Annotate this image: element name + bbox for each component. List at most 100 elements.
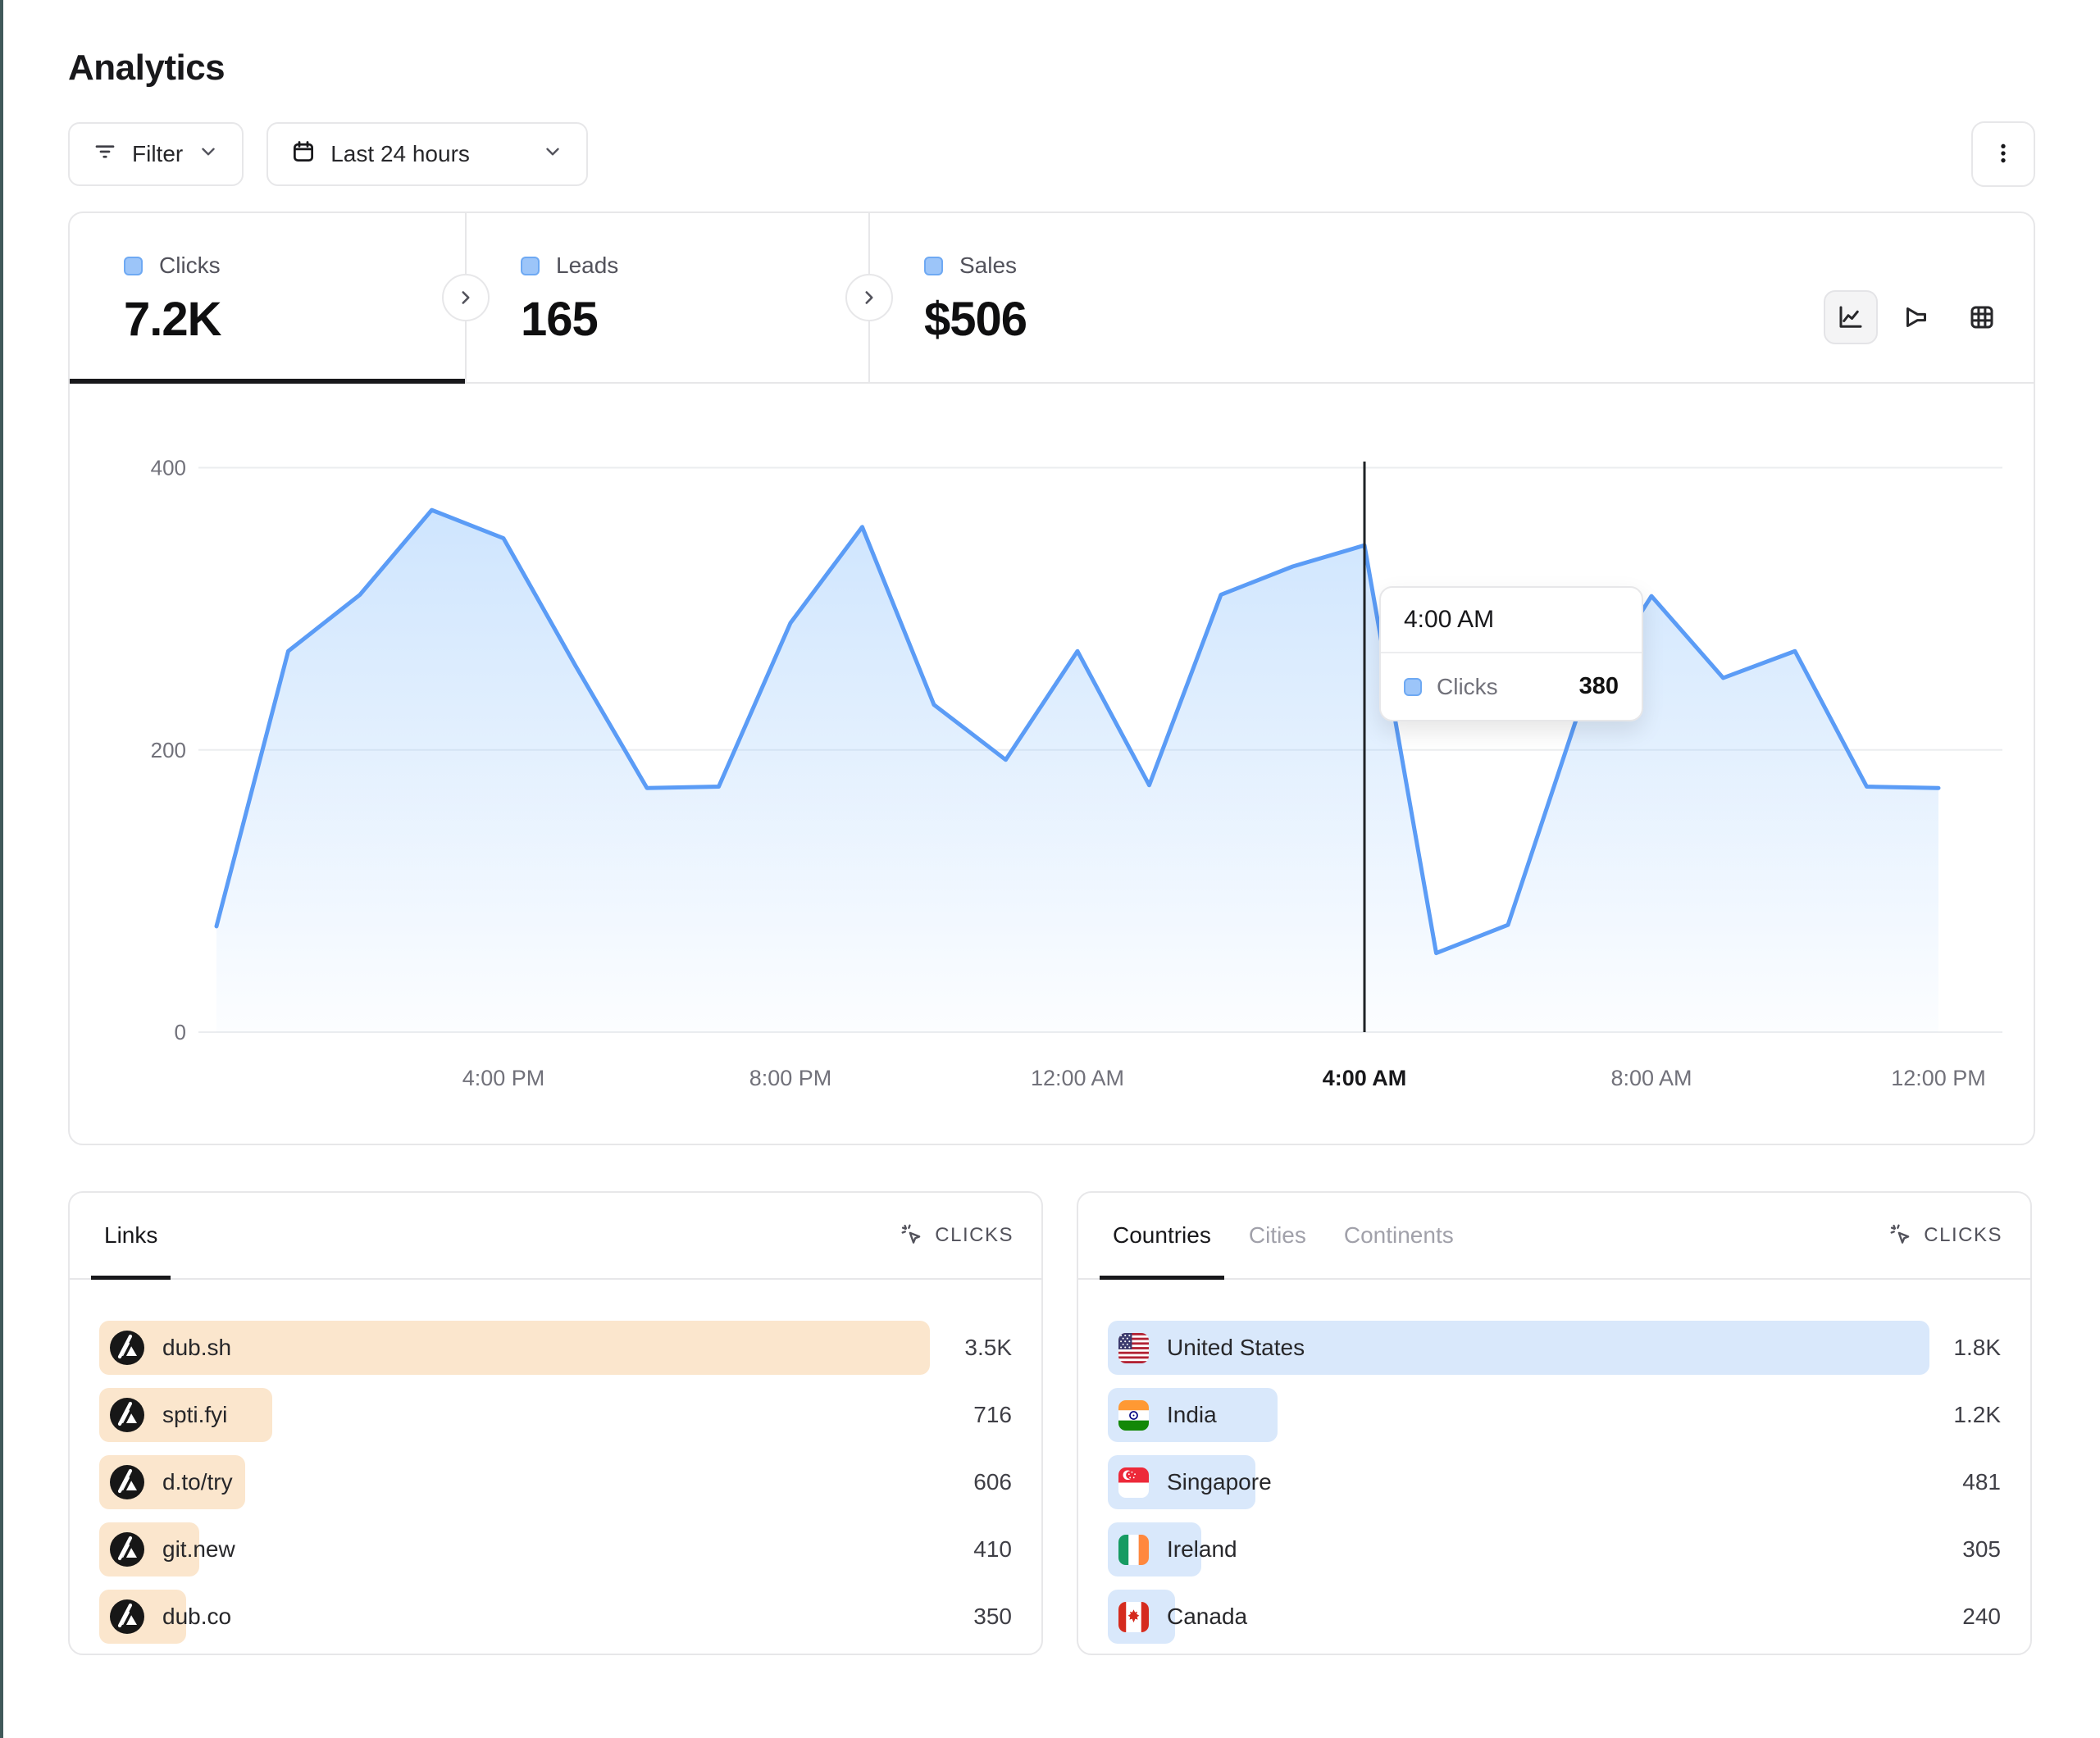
tab-leads[interactable]: Leads 165 bbox=[467, 213, 868, 382]
cursor-click-icon bbox=[900, 1223, 925, 1248]
country-row[interactable]: Ireland 305 bbox=[1108, 1522, 2001, 1576]
metric-value: 165 bbox=[521, 292, 868, 347]
country-row[interactable]: Singapore 481 bbox=[1108, 1455, 2001, 1509]
link-row[interactable]: dub.sh 3.5K bbox=[99, 1321, 1012, 1375]
links-list: dub.sh 3.5K spti.fyi 716 d.t bbox=[70, 1280, 1041, 1644]
dub-logo-icon bbox=[110, 1532, 144, 1567]
more-options-button[interactable] bbox=[1971, 121, 2035, 187]
metric-tabs: Clicks 7.2K Leads 165 bbox=[70, 213, 2034, 384]
countries-panel-header: Countries Cities Continents CLICKS bbox=[1078, 1193, 2030, 1280]
country-clicks-value: 1.2K bbox=[1953, 1402, 2001, 1428]
links-metric-selector[interactable]: CLICKS bbox=[900, 1193, 1014, 1278]
link-clicks-value: 716 bbox=[973, 1402, 1012, 1428]
filter-icon bbox=[93, 139, 117, 170]
filter-button[interactable]: Filter bbox=[68, 122, 244, 186]
flag-ie-icon bbox=[1118, 1535, 1149, 1565]
dub-logo-icon bbox=[110, 1465, 144, 1499]
chevron-right-icon bbox=[455, 287, 476, 308]
tab-clicks[interactable]: Clicks 7.2K bbox=[70, 213, 465, 382]
dub-logo-icon bbox=[110, 1599, 144, 1634]
funnel-icon bbox=[1902, 303, 1931, 332]
link-row[interactable]: git.new 410 bbox=[99, 1522, 1012, 1576]
country-label: Ireland bbox=[1167, 1536, 1237, 1563]
svg-text:12:00 PM: 12:00 PM bbox=[1891, 1066, 1986, 1090]
tooltip-value: 380 bbox=[1579, 673, 1619, 700]
tab-countries[interactable]: Countries bbox=[1100, 1193, 1224, 1278]
kebab-menu-icon bbox=[1990, 140, 2016, 169]
chevron-down-icon bbox=[542, 141, 563, 168]
clicks-area-chart[interactable]: 0 200 400 4:00 PM 8:00 PM 12:00 AM 4:00 AM 8:00… bbox=[70, 384, 2034, 1144]
svg-text:4:00 AM: 4:00 AM bbox=[1323, 1066, 1407, 1090]
countries-panel: Countries Cities Continents CLICKS bbox=[1077, 1191, 2032, 1655]
svg-text:12:00 AM: 12:00 AM bbox=[1031, 1066, 1124, 1090]
link-label: dub.co bbox=[162, 1604, 231, 1630]
expand-metric-button[interactable] bbox=[442, 274, 490, 321]
metric-label: Sales bbox=[959, 253, 1017, 279]
links-panel: Links CLICKS dub.sh 3.5K bbox=[68, 1191, 1043, 1655]
analytics-card: Clicks 7.2K Leads 165 bbox=[68, 212, 2035, 1145]
leads-legend-square-icon bbox=[521, 257, 540, 275]
page-title: Analytics bbox=[68, 48, 2035, 89]
link-row[interactable]: d.to/try 606 bbox=[99, 1455, 1012, 1509]
date-range-label: Last 24 hours bbox=[330, 141, 470, 167]
expand-metric-button[interactable] bbox=[845, 274, 893, 321]
svg-text:8:00 PM: 8:00 PM bbox=[749, 1066, 832, 1090]
tooltip-series-label: Clicks bbox=[1437, 674, 1498, 700]
link-clicks-value: 606 bbox=[973, 1469, 1012, 1495]
tab-links[interactable]: Links bbox=[91, 1193, 171, 1278]
funnel-view-button[interactable] bbox=[1889, 290, 1943, 344]
svg-text:200: 200 bbox=[151, 738, 186, 762]
svg-text:400: 400 bbox=[151, 456, 186, 480]
chevron-down-icon bbox=[198, 141, 219, 168]
flag-sg-icon bbox=[1118, 1467, 1149, 1498]
link-row[interactable]: dub.co 350 bbox=[99, 1590, 1012, 1644]
clicks-legend-square-icon bbox=[124, 257, 143, 275]
country-row[interactable]: India 1.2K bbox=[1108, 1388, 2001, 1442]
chart-canvas[interactable]: 0 200 400 4:00 PM 8:00 PM 12:00 AM 4:00 AM 8:00… bbox=[70, 384, 2034, 1144]
flag-us-icon bbox=[1118, 1333, 1149, 1363]
filter-button-label: Filter bbox=[132, 141, 183, 167]
country-row[interactable]: United States 1.8K bbox=[1108, 1321, 2001, 1375]
table-view-button[interactable] bbox=[1955, 290, 2009, 344]
dub-logo-icon bbox=[110, 1398, 144, 1432]
flag-in-icon bbox=[1118, 1400, 1149, 1431]
dub-logo-icon bbox=[110, 1331, 144, 1365]
country-clicks-value: 1.8K bbox=[1953, 1335, 2001, 1361]
country-clicks-value: 305 bbox=[1962, 1536, 2001, 1563]
country-row[interactable]: Canada 240 bbox=[1108, 1590, 2001, 1644]
country-clicks-value: 481 bbox=[1962, 1469, 2001, 1495]
breakdown-panels: Links CLICKS dub.sh 3.5K bbox=[68, 1191, 2035, 1655]
link-label: d.to/try bbox=[162, 1469, 233, 1495]
line-chart-icon bbox=[1836, 303, 1865, 332]
tooltip-legend-square-icon bbox=[1404, 678, 1422, 696]
metric-label: Clicks bbox=[159, 253, 221, 279]
svg-text:0: 0 bbox=[175, 1020, 186, 1044]
link-row[interactable]: spti.fyi 716 bbox=[99, 1388, 1012, 1442]
chart-tooltip: 4:00 AM Clicks 380 bbox=[1379, 586, 1643, 721]
metric-label: Leads bbox=[556, 253, 618, 279]
toolbar: Filter Last 24 hours bbox=[68, 121, 2035, 187]
country-label: United States bbox=[1167, 1335, 1305, 1361]
svg-text:8:00 AM: 8:00 AM bbox=[1610, 1066, 1692, 1090]
links-panel-header: Links CLICKS bbox=[70, 1193, 1041, 1280]
svg-text:4:00 PM: 4:00 PM bbox=[462, 1066, 545, 1090]
country-clicks-value: 240 bbox=[1962, 1604, 2001, 1630]
tab-continents[interactable]: Continents bbox=[1331, 1193, 1467, 1278]
chart-view-toggle bbox=[1824, 253, 2034, 382]
metric-value: 7.2K bbox=[124, 292, 465, 347]
chevron-right-icon bbox=[859, 287, 880, 308]
tab-sales[interactable]: Sales $506 bbox=[870, 213, 2034, 382]
link-label: spti.fyi bbox=[162, 1402, 227, 1428]
line-chart-view-button[interactable] bbox=[1824, 290, 1878, 344]
country-label: India bbox=[1167, 1402, 1217, 1428]
country-label: Singapore bbox=[1167, 1469, 1272, 1495]
countries-list: United States 1.8K India 1.2K bbox=[1078, 1280, 2030, 1644]
table-grid-icon bbox=[1967, 303, 1997, 332]
sales-legend-square-icon bbox=[924, 257, 943, 275]
countries-metric-selector[interactable]: CLICKS bbox=[1889, 1193, 2002, 1278]
link-clicks-value: 350 bbox=[973, 1604, 1012, 1630]
link-label: git.new bbox=[162, 1536, 235, 1563]
link-clicks-value: 410 bbox=[973, 1536, 1012, 1563]
date-range-button[interactable]: Last 24 hours bbox=[266, 122, 588, 186]
tab-cities[interactable]: Cities bbox=[1236, 1193, 1319, 1278]
